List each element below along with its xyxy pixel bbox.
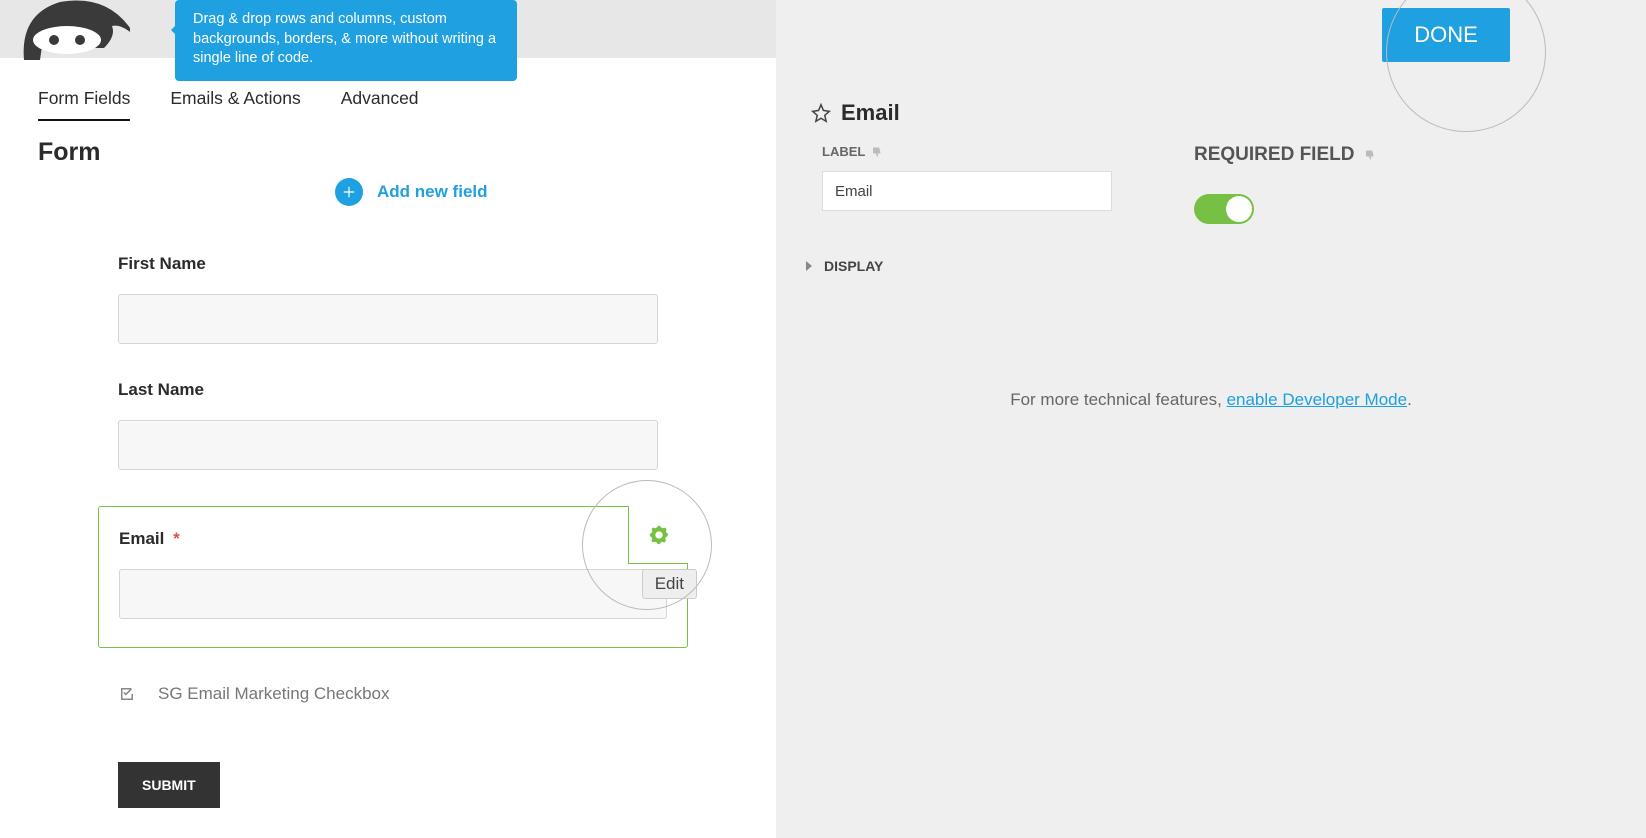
field-label: First Name bbox=[118, 254, 688, 274]
plus-icon bbox=[335, 178, 363, 206]
caret-right-icon bbox=[804, 261, 814, 271]
enable-developer-mode-link[interactable]: enable Developer Mode bbox=[1227, 390, 1408, 409]
display-section-text: DISPLAY bbox=[824, 258, 883, 274]
settings-title-text: Email bbox=[841, 100, 900, 126]
form-fields-area: First Name Last Name Email * Edit SG Ema… bbox=[118, 254, 688, 740]
done-button[interactable]: DONE bbox=[1382, 8, 1510, 62]
edit-field-gear-button[interactable] bbox=[628, 506, 688, 564]
required-section-header: REQUIRED FIELD bbox=[1194, 144, 1376, 166]
edit-tooltip: Edit bbox=[642, 569, 697, 599]
label-input[interactable] bbox=[822, 171, 1112, 211]
dev-mode-suffix: . bbox=[1407, 390, 1412, 409]
submit-button[interactable]: SUBMIT bbox=[118, 762, 220, 808]
form-field-last-name[interactable]: Last Name bbox=[118, 380, 688, 470]
onboarding-tooltip: Drag & drop rows and columns, custom bac… bbox=[175, 0, 517, 81]
field-input-preview bbox=[118, 420, 658, 470]
checkbox-icon bbox=[118, 685, 136, 703]
tab-form-fields[interactable]: Form Fields bbox=[38, 88, 130, 121]
settings-row: LABEL REQUIRED FIELD bbox=[822, 144, 1616, 211]
settings-title: Email bbox=[811, 100, 900, 126]
field-label: Email * bbox=[119, 529, 667, 549]
form-heading: Form bbox=[38, 138, 101, 167]
builder-tabs: Form Fields Emails & Actions Advanced bbox=[38, 88, 419, 121]
form-field-email-selected[interactable]: Email * Edit bbox=[98, 506, 688, 648]
field-label: Last Name bbox=[118, 380, 688, 400]
field-input-preview bbox=[118, 294, 658, 344]
star-icon bbox=[811, 103, 831, 123]
display-section-header[interactable]: DISPLAY bbox=[804, 258, 883, 274]
tab-emails-actions[interactable]: Emails & Actions bbox=[170, 88, 300, 121]
toggle-knob bbox=[1226, 196, 1252, 222]
thumbs-down-icon bbox=[1364, 149, 1376, 161]
form-field-first-name[interactable]: First Name bbox=[118, 254, 688, 344]
add-new-field-label: Add new field bbox=[377, 182, 488, 202]
gear-icon bbox=[648, 524, 670, 546]
field-settings-panel: DONE Email LABEL REQUIRED FIELD DISPLAY bbox=[776, 0, 1646, 838]
label-section-text: LABEL bbox=[822, 144, 865, 159]
tab-advanced[interactable]: Advanced bbox=[341, 88, 419, 121]
dev-mode-prefix: For more technical features, bbox=[1010, 390, 1226, 409]
required-section-text: REQUIRED FIELD bbox=[1194, 144, 1354, 166]
developer-mode-hint: For more technical features, enable Deve… bbox=[776, 390, 1646, 410]
field-label-text: Email bbox=[119, 529, 164, 548]
required-column: REQUIRED FIELD bbox=[1194, 144, 1376, 224]
ninja-forms-logo bbox=[20, 0, 140, 60]
thumbs-down-icon bbox=[871, 146, 883, 158]
form-field-checkbox[interactable]: SG Email Marketing Checkbox bbox=[118, 684, 688, 704]
field-input-preview bbox=[119, 569, 667, 619]
required-toggle[interactable] bbox=[1194, 194, 1254, 224]
add-new-field-button[interactable]: Add new field bbox=[335, 178, 488, 206]
builder-left-panel: Drag & drop rows and columns, custom bac… bbox=[0, 0, 776, 838]
checkbox-field-label: SG Email Marketing Checkbox bbox=[158, 684, 389, 704]
required-asterisk: * bbox=[173, 529, 180, 548]
